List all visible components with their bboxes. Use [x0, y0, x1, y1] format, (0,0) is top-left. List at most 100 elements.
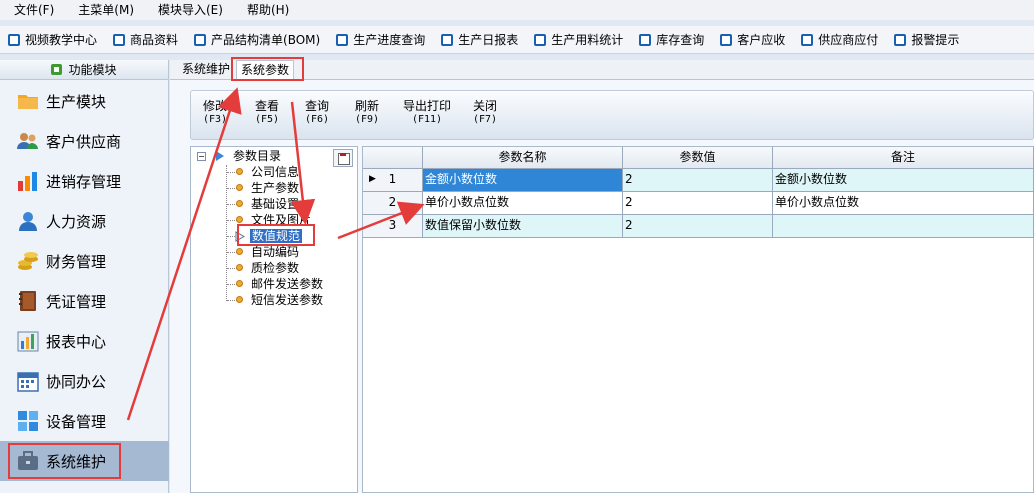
main-content: 系统维护 系统参数 修改 (F3) 查看 (F5) 查询 (F6) 刷新 (F9) 导出… — [170, 60, 1034, 493]
sidebar: 功能模块 生产模块 客户供应商 进销存管理 人力资源 财务管理 凭证管理 报表中… — [0, 60, 169, 493]
bullet-icon — [236, 168, 243, 175]
report-icon — [17, 331, 39, 352]
tree-item-sms-params[interactable]: 短信发送参数 — [251, 293, 323, 307]
tree-item-auto-code[interactable]: 自动编码 — [251, 245, 299, 259]
column-header-note[interactable]: 备注 — [773, 147, 1034, 169]
checkbox-icon — [534, 33, 547, 46]
table-row-header[interactable]: 3 — [363, 215, 423, 238]
menu-bar: 文件(F) 主菜单(M) 模块导入(E) 帮助(H) — [0, 0, 1034, 20]
users-icon — [17, 133, 38, 149]
table-cell-note[interactable]: 单价小数点位数 — [773, 192, 1034, 215]
bullet-icon — [236, 184, 243, 191]
checkbox-icon — [336, 33, 349, 46]
toolbar-payable[interactable]: 供应商应付 — [801, 31, 878, 48]
toolbar-material-stats[interactable]: 生产用料统计 — [534, 31, 623, 48]
sidebar-header: 功能模块 — [0, 60, 168, 80]
parameter-tree: − 参数目录 公司信息 生产参数 基础设置 文件及图片 数值规范 自动编码 质检… — [190, 146, 358, 493]
menu-file[interactable]: 文件(F) — [0, 0, 64, 20]
toolbar-progress-query[interactable]: 生产进度查询 — [336, 31, 425, 48]
table-cell-value[interactable]: 2 — [623, 192, 773, 215]
toolbar-inventory-query[interactable]: 库存查询 — [639, 31, 704, 48]
tree-item-email-params[interactable]: 邮件发送参数 — [251, 277, 323, 291]
table-cell-note[interactable]: 金额小数位数 — [773, 169, 1034, 192]
close-button[interactable]: 关闭 (F7) — [463, 99, 507, 127]
folder-icon — [18, 95, 38, 109]
tab-bar: 系统维护 系统参数 — [170, 60, 1034, 80]
tree-item-files-images[interactable]: 文件及图片 — [251, 213, 311, 227]
book-icon — [19, 291, 36, 311]
table-cell-name[interactable]: 金额小数位数 — [423, 169, 623, 192]
query-button[interactable]: 查询 (F6) — [295, 99, 339, 127]
sidebar-item-voucher[interactable]: 凭证管理 — [0, 281, 169, 321]
sidebar-item-report[interactable]: 报表中心 — [0, 321, 169, 361]
checkbox-icon — [194, 33, 207, 46]
toolbar-daily-report[interactable]: 生产日报表 — [441, 31, 518, 48]
save-icon[interactable] — [333, 149, 353, 167]
checkbox-icon — [441, 33, 454, 46]
tab-system-maintenance[interactable]: 系统维护 — [178, 60, 234, 80]
table-row-header[interactable]: ▶ 1 — [363, 169, 423, 192]
tree-item-qc-params[interactable]: 质检参数 — [251, 261, 299, 275]
window-icon — [18, 411, 38, 431]
sidebar-item-system-maintenance[interactable]: 系统维护 — [0, 441, 169, 481]
sidebar-item-inventory[interactable]: 进销存管理 — [0, 161, 169, 201]
calendar-icon — [17, 372, 39, 392]
tree-item-numeric-spec[interactable]: 数值规范 — [250, 229, 303, 243]
sidebar-item-collaboration[interactable]: 协同办公 — [0, 361, 169, 401]
toolbar-alarm[interactable]: 报警提示 — [894, 31, 959, 48]
menu-module-import[interactable]: 模块导入(E) — [144, 0, 233, 20]
parameter-grid: 参数名称 参数值 备注 ▶ 1 金额小数位数 2 金额小数位数 2 单价小数点位… — [362, 146, 1034, 493]
menu-help[interactable]: 帮助(H) — [233, 0, 299, 20]
bullet-icon — [236, 248, 243, 255]
edit-button[interactable]: 修改 (F3) — [193, 99, 237, 127]
checkbox-icon — [639, 33, 652, 46]
toolbar-video-tutorial[interactable]: 视频教学中心 — [8, 31, 97, 48]
refresh-button[interactable]: 刷新 (F9) — [345, 99, 389, 127]
column-header-value[interactable]: 参数值 — [623, 147, 773, 169]
tab-system-parameters[interactable]: 系统参数 — [236, 60, 295, 80]
sidebar-item-customer-supplier[interactable]: 客户供应商 — [0, 121, 169, 161]
grid-corner — [363, 147, 423, 169]
table-cell-name[interactable]: 单价小数点位数 — [423, 192, 623, 215]
bullet-icon — [236, 200, 243, 207]
person-icon — [19, 212, 37, 231]
table-cell-value[interactable]: 2 — [623, 215, 773, 238]
bullet-icon — [236, 264, 243, 271]
checkbox-icon — [801, 33, 814, 46]
menu-main[interactable]: 主菜单(M) — [64, 0, 144, 20]
toolbar-receivable[interactable]: 客户应收 — [720, 31, 785, 48]
column-header-name[interactable]: 参数名称 — [423, 147, 623, 169]
tree-root[interactable]: 参数目录 — [233, 149, 281, 163]
bullet-icon — [236, 280, 243, 287]
bullet-icon — [236, 296, 243, 303]
checkbox-icon — [113, 33, 126, 46]
selected-arrow-icon — [235, 231, 245, 242]
tree-item-company-info[interactable]: 公司信息 — [251, 165, 299, 179]
bar-chart-icon — [18, 172, 37, 191]
bullet-icon — [236, 216, 243, 223]
table-cell-note[interactable] — [773, 215, 1034, 238]
table-cell-name[interactable]: 数值保留小数位数 — [423, 215, 623, 238]
action-toolbar: 修改 (F3) 查看 (F5) 查询 (F6) 刷新 (F9) 导出打印 (F11) 关闭… — [190, 90, 1034, 140]
view-button[interactable]: 查看 (F5) — [245, 99, 289, 127]
current-row-icon: ▶ — [369, 174, 376, 184]
checkbox-icon — [894, 33, 907, 46]
tree-item-production-params[interactable]: 生产参数 — [251, 181, 299, 195]
sidebar-item-production[interactable]: 生产模块 — [0, 81, 169, 121]
sidebar-item-hr[interactable]: 人力资源 — [0, 201, 169, 241]
tree-item-basic-settings[interactable]: 基础设置 — [251, 197, 299, 211]
checkbox-icon — [720, 33, 733, 46]
briefcase-icon — [18, 451, 38, 470]
coins-icon — [18, 252, 38, 270]
collapse-toggle[interactable]: − — [197, 152, 206, 161]
quick-toolbar: 视频教学中心 商品资料 产品结构清单(BOM) 生产进度查询 生产日报表 生产用… — [0, 26, 1034, 54]
export-print-button[interactable]: 导出打印 (F11) — [397, 99, 457, 127]
module-icon — [51, 64, 63, 75]
toolbar-bom[interactable]: 产品结构清单(BOM) — [194, 31, 320, 48]
checkbox-icon — [8, 33, 20, 46]
toolbar-product-data[interactable]: 商品资料 — [113, 31, 178, 48]
table-cell-value[interactable]: 2 — [623, 169, 773, 192]
table-row-header[interactable]: 2 — [363, 192, 423, 215]
sidebar-item-equipment[interactable]: 设备管理 — [0, 401, 169, 441]
sidebar-item-finance[interactable]: 财务管理 — [0, 241, 169, 281]
